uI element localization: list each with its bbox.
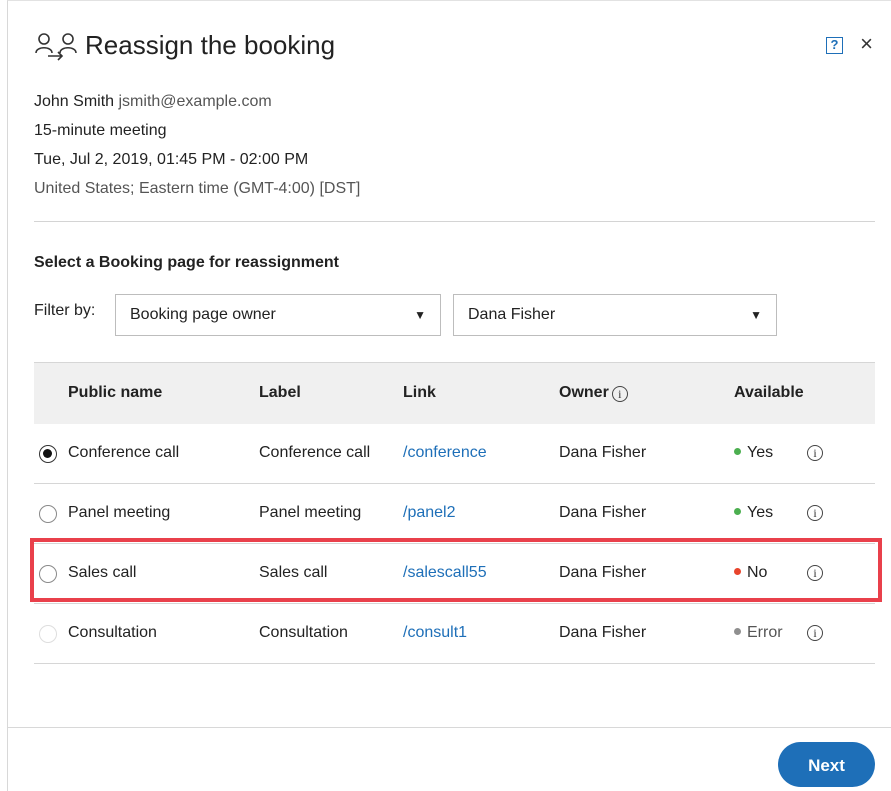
dialog-title: Reassign the booking: [85, 30, 336, 60]
availability-text: Yes: [747, 444, 774, 461]
label-cell: Panel meeting: [259, 504, 362, 521]
table-row[interactable]: Panel meeting Panel meeting /panel2 Dana…: [34, 484, 875, 544]
filter-field-value: Booking page owner: [130, 306, 276, 323]
row-info-cell: i: [807, 624, 823, 642]
table-header: Public name Label Link Owner i Available: [34, 362, 875, 424]
attendee-row: John Smith jsmith@example.com: [34, 87, 360, 116]
reassign-users-icon: [34, 29, 82, 61]
public-name-cell: Consultation: [68, 624, 157, 641]
dialog-header: Reassign the booking ? ×: [34, 29, 873, 63]
column-header-label: Label: [259, 384, 301, 401]
public-name-cell: Conference call: [68, 444, 180, 461]
meeting-type: 15-minute meeting: [34, 122, 167, 139]
row-highlight-frame: [30, 538, 882, 602]
row-radio[interactable]: [39, 505, 57, 523]
status-dot-icon: [734, 508, 741, 515]
availability-cell: Error: [734, 624, 783, 642]
footer-divider: [8, 727, 891, 728]
dropdown-caret-icon: ▼: [414, 308, 426, 322]
next-button[interactable]: Next: [778, 742, 875, 787]
divider: [34, 221, 875, 222]
booking-pages-table: Public name Label Link Owner i Available …: [34, 362, 875, 664]
attendee-name: John Smith: [34, 93, 115, 110]
info-icon[interactable]: i: [611, 386, 628, 402]
link-cell[interactable]: /consult1: [403, 624, 467, 642]
availability-text: Error: [747, 624, 783, 641]
column-header-owner-label: Owner: [559, 384, 609, 401]
row-info-cell: i: [807, 444, 823, 462]
column-header-owner: Owner i: [559, 384, 628, 402]
row-info-cell: i: [807, 504, 823, 522]
row-radio[interactable]: [39, 625, 57, 643]
availability-cell: Yes: [734, 504, 773, 522]
status-dot-icon: [734, 448, 741, 455]
table-row: Consultation Consultation /consult1 Dana…: [34, 604, 875, 664]
info-icon[interactable]: i: [807, 505, 823, 521]
meeting-timezone: United States; Eastern time (GMT-4:00) […: [34, 180, 361, 197]
info-icon[interactable]: i: [807, 625, 823, 641]
info-icon[interactable]: i: [807, 445, 823, 461]
availability-text: Yes: [747, 504, 774, 521]
table-row[interactable]: Conference call Conference call /confere…: [34, 424, 875, 484]
help-icon[interactable]: ?: [826, 37, 843, 54]
status-dot-icon: [734, 628, 741, 635]
owner-cell: Dana Fisher: [559, 504, 647, 521]
attendee-email: jsmith@example.com: [118, 93, 272, 110]
meeting-datetime: Tue, Jul 2, 2019, 01:45 PM - 02:00 PM: [34, 151, 309, 168]
column-header-public-name: Public name: [68, 384, 163, 401]
owner-cell: Dana Fisher: [559, 624, 647, 641]
filter-label: Filter by:: [34, 302, 96, 319]
section-title: Select a Booking page for reassignment: [34, 254, 339, 271]
filter-owner-select[interactable]: Dana Fisher ▼: [453, 294, 777, 336]
public-name-cell: Panel meeting: [68, 504, 171, 521]
owner-cell: Dana Fisher: [559, 444, 647, 461]
row-radio[interactable]: [39, 445, 57, 463]
label-cell: Consultation: [259, 624, 348, 641]
dropdown-caret-icon: ▼: [750, 308, 762, 322]
link-cell[interactable]: /panel2: [403, 504, 456, 522]
column-header-link: Link: [403, 384, 436, 401]
availability-cell: Yes: [734, 444, 773, 462]
close-icon[interactable]: ×: [860, 32, 873, 56]
column-header-available: Available: [734, 384, 804, 401]
filter-field-select[interactable]: Booking page owner ▼: [115, 294, 441, 336]
reassign-dialog: Reassign the booking ? × John Smith jsmi…: [7, 0, 891, 791]
filter-owner-value: Dana Fisher: [468, 306, 556, 323]
booking-info: John Smith jsmith@example.com 15-minute …: [34, 87, 360, 203]
link-cell[interactable]: /conference: [403, 444, 487, 462]
label-cell: Conference call: [259, 444, 371, 461]
